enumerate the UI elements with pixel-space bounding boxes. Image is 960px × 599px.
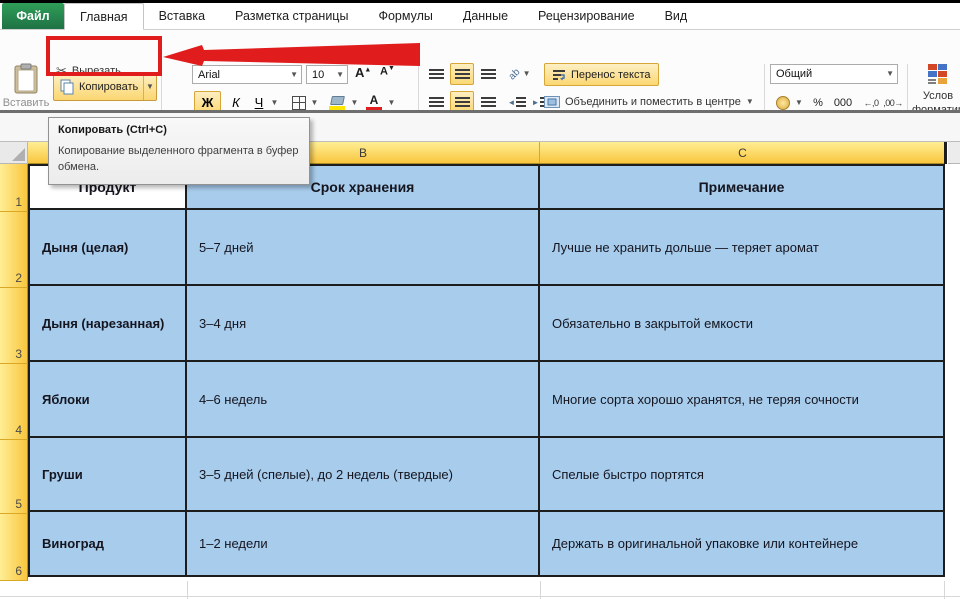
tab-data[interactable]: Данные [448,3,523,29]
currency-icon [776,96,790,110]
tooltip-title: Копировать (Ctrl+C) [58,124,300,136]
row-header-1[interactable]: 1 [0,164,28,212]
row-header-6[interactable]: 6 [0,514,28,581]
align-bottom-icon [481,69,496,80]
tab-insert[interactable]: Вставка [144,3,220,29]
font-color-letter: А [370,94,379,106]
row-header-3[interactable]: 3 [0,288,28,364]
row-header-2[interactable]: 2 [0,212,28,288]
number-format-caret: ▼ [886,70,894,78]
storage-table: Продукт Срок хранения Примечание Дыня (ц… [28,164,945,577]
fill-bucket-icon [330,96,345,105]
cell-note[interactable]: Обязательно в закрытой емкости [540,286,943,362]
number-format-select[interactable]: Общий ▼ [770,64,898,84]
table-row: Дыня (нарезанная) 3–4 дня Обязательно в … [30,286,943,362]
copy-icon [59,79,75,95]
annotation-red-arrow [160,38,420,72]
cell-duration[interactable]: 1–2 недели [187,512,540,575]
cell-duration[interactable]: 5–7 дней [187,210,540,286]
table-row: Виноград 1–2 недели Держать в оригинальн… [30,512,943,575]
cell-duration[interactable]: 3–5 дней (спелые), до 2 недель (твердые) [187,438,540,512]
orientation-icon: ab [507,66,523,82]
ribbon-tab-bar: Файл Главная Вставка Разметка страницы Ф… [0,3,960,30]
tab-page-layout[interactable]: Разметка страницы [220,3,363,29]
decrease-indent-icon [516,97,526,108]
copy-label: Копировать [75,81,143,93]
conditional-formatting-label-line1: Услов [923,90,953,102]
column-header-c[interactable]: C [540,142,945,163]
clipboard-icon [13,63,39,95]
align-center-icon [455,97,470,108]
wrap-text-button[interactable]: Перенос текста [544,63,659,86]
tab-file[interactable]: Файл [2,3,64,29]
align-left-icon [429,97,444,108]
table-row: Груши 3–5 дней (спелые), до 2 недель (тв… [30,438,943,512]
cell-product[interactable]: Яблоки [30,362,187,438]
paste-label: Вставить [3,97,50,109]
wrap-text-label: Перенос текста [571,69,651,81]
select-all-corner[interactable] [0,142,28,164]
cell-duration[interactable]: 4–6 недель [187,362,540,438]
copy-tooltip: Копировать (Ctrl+C) Копирование выделенн… [48,117,310,185]
copy-dropdown[interactable]: ▼ [143,73,156,100]
cell-product[interactable]: Дыня (нарезанная) [30,286,187,362]
tab-view[interactable]: Вид [650,3,703,29]
wrap-text-icon [552,69,566,81]
align-middle-button[interactable] [450,63,474,85]
conditional-formatting-icon [927,63,949,85]
align-middle-icon [455,69,470,80]
cell-note[interactable]: Многие сорта хорошо хранятся, не теряя с… [540,362,943,438]
merge-center-icon [544,96,560,108]
row-headers: 1 2 3 4 5 6 [0,164,28,581]
header-cell-note[interactable]: Примечание [540,166,943,210]
table-row: Яблоки 4–6 недель Многие сорта хорошо хр… [30,362,943,438]
cell-product[interactable]: Груши [30,438,187,512]
cell-note[interactable]: Держать в оригинальной упаковке или конт… [540,512,943,575]
cell-product[interactable]: Виноград [30,512,187,575]
align-top-button[interactable] [424,63,448,85]
borders-icon [292,96,306,110]
row-header-4[interactable]: 4 [0,364,28,440]
cell-note[interactable]: Спелые быстро портятся [540,438,943,512]
row-header-5[interactable]: 5 [0,440,28,514]
tab-formulas[interactable]: Формулы [363,3,447,29]
fill-color-bar [329,106,345,110]
tooltip-body: Копирование выделенного фрагмента в буфе… [58,144,300,176]
cell-duration[interactable]: 3–4 дня [187,286,540,362]
sheet-area-below-table[interactable] [0,581,960,599]
align-bottom-button[interactable] [476,63,500,85]
merge-center-label: Объединить и поместить в центре [565,96,741,108]
table-row: Дыня (целая) 5–7 дней Лучше не хранить д… [30,210,943,286]
annotation-red-rectangle [46,36,162,76]
cell-note[interactable]: Лучше не хранить дольше — теряет аромат [540,210,943,286]
column-header-next[interactable] [948,142,960,164]
copy-button[interactable]: Копировать ▼ [53,72,157,101]
align-right-icon [481,97,496,108]
cell-product[interactable]: Дыня (целая) [30,210,187,286]
tab-review[interactable]: Рецензирование [523,3,650,29]
tab-home[interactable]: Главная [64,3,144,30]
number-format-value: Общий [776,68,812,80]
merge-center-caret: ▼ [746,98,754,106]
table-right-border [944,142,947,164]
orientation-button[interactable]: ab▼ [506,63,534,85]
align-top-icon [429,69,444,80]
